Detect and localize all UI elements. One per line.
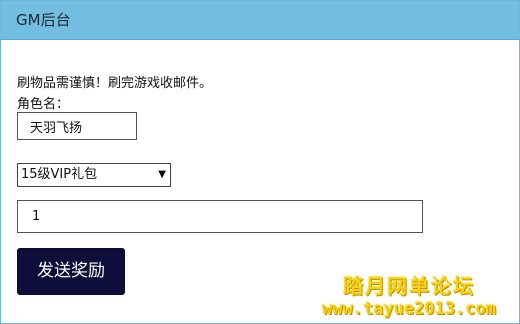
site-watermark: 踏月网单论坛 www.tayue2013.com xyxy=(304,274,514,320)
watermark-title: 踏月网单论坛 xyxy=(343,274,475,298)
role-name-input[interactable] xyxy=(17,112,137,140)
role-name-label: 角色名： xyxy=(17,97,70,112)
watermark-url: www.tayue2013.com xyxy=(322,299,496,319)
page-title: GM后台 xyxy=(16,11,71,29)
warning-notice: 刷物品需谨慎！刷完游戏收邮件。 xyxy=(17,76,213,91)
quantity-input[interactable] xyxy=(17,200,423,233)
gift-package-select[interactable]: 15级VIP礼包 ▼ xyxy=(17,163,171,187)
dropdown-arrow-icon: ▼ xyxy=(158,169,166,180)
send-reward-button[interactable]: 发送奖励 xyxy=(17,248,125,295)
gift-package-selected: 15级VIP礼包 xyxy=(21,167,98,182)
panel-header: GM后台 xyxy=(1,1,519,40)
